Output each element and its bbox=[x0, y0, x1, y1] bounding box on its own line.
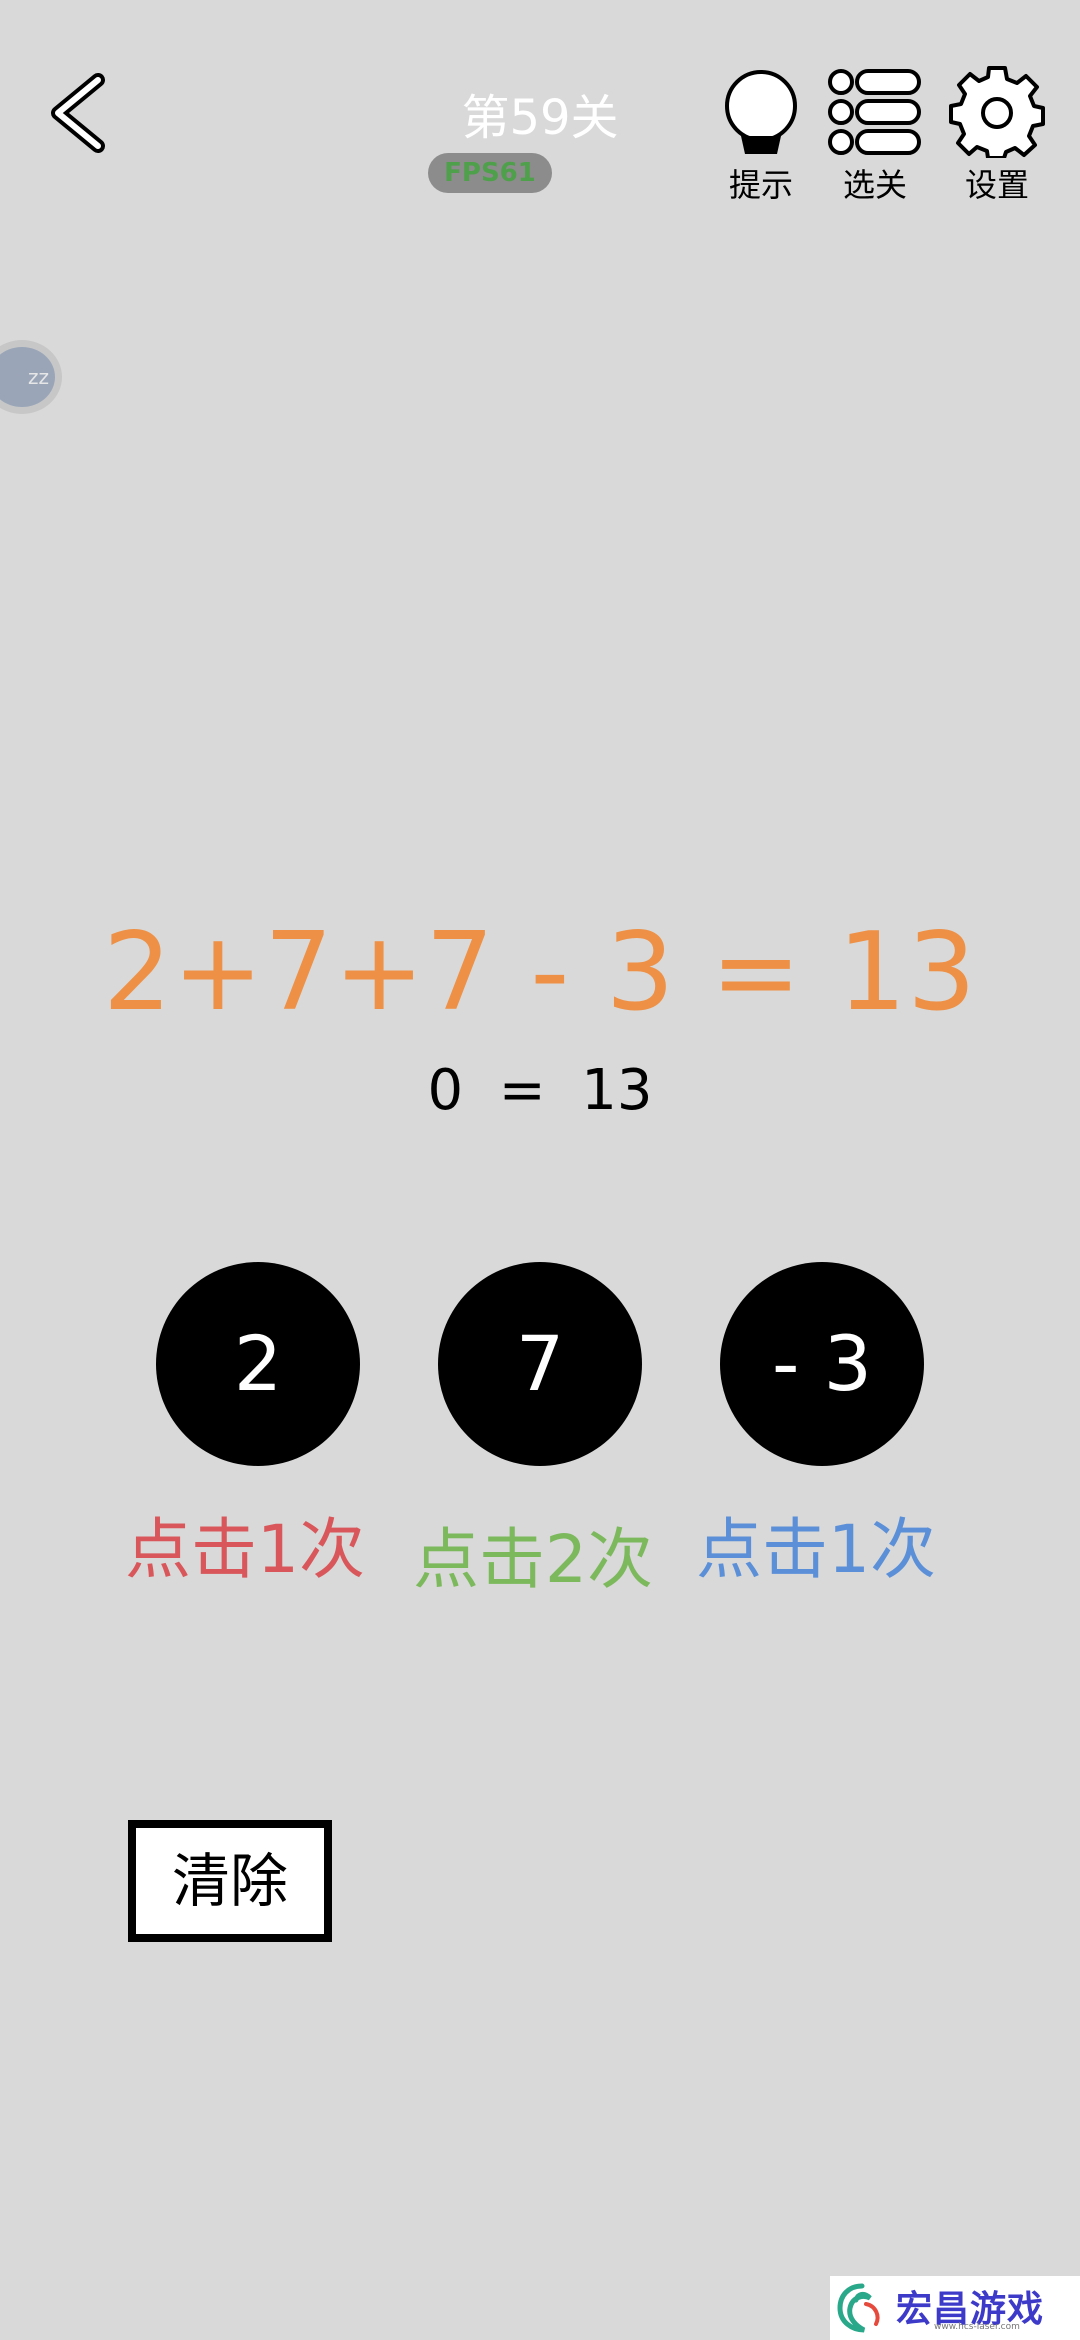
site-watermark: 宏昌游戏网 www.hcs-laser.com bbox=[830, 2276, 1080, 2340]
hint-text-2: 点击1次 bbox=[125, 1511, 365, 1588]
settings-button[interactable]: 设置 bbox=[942, 66, 1052, 204]
hint-label: 提示 bbox=[728, 166, 793, 204]
settings-label: 设置 bbox=[964, 166, 1029, 204]
target-equation: 2+7+7 - 3 = 13 bbox=[102, 910, 978, 1035]
lightbulb-icon bbox=[725, 70, 797, 154]
current-result: 0 = 13 bbox=[427, 1058, 653, 1123]
hint-button[interactable]: 提示 bbox=[706, 66, 816, 204]
gear-icon bbox=[949, 66, 1045, 158]
clear-button[interactable]: 清除 bbox=[128, 1820, 332, 1942]
number-button-2[interactable]: 2 bbox=[156, 1262, 360, 1466]
game-screen: 第59关 FPS61 提示 选关 设置 zz 2+7+7 - 3 = 13 0 … bbox=[0, 0, 1080, 2340]
number-button-7[interactable]: 7 bbox=[438, 1262, 642, 1466]
watermark-url: www.hcs-laser.com bbox=[934, 2322, 1020, 2332]
level-list-icon bbox=[828, 69, 921, 155]
level-select-label: 选关 bbox=[842, 166, 907, 204]
assist-bubble[interactable]: zz bbox=[0, 340, 62, 414]
hint-text-7: 点击2次 bbox=[413, 1521, 653, 1598]
dragon-logo-icon bbox=[837, 2283, 880, 2333]
fps-counter: FPS61 bbox=[428, 153, 552, 193]
level-select-button[interactable]: 选关 bbox=[820, 66, 930, 204]
hint-text-minus-3: 点击1次 bbox=[696, 1511, 936, 1588]
number-button-minus-3[interactable]: - 3 bbox=[720, 1262, 924, 1466]
level-title: 第59关 bbox=[461, 90, 619, 146]
chevron-left-icon bbox=[51, 73, 105, 153]
back-button[interactable] bbox=[40, 68, 120, 158]
